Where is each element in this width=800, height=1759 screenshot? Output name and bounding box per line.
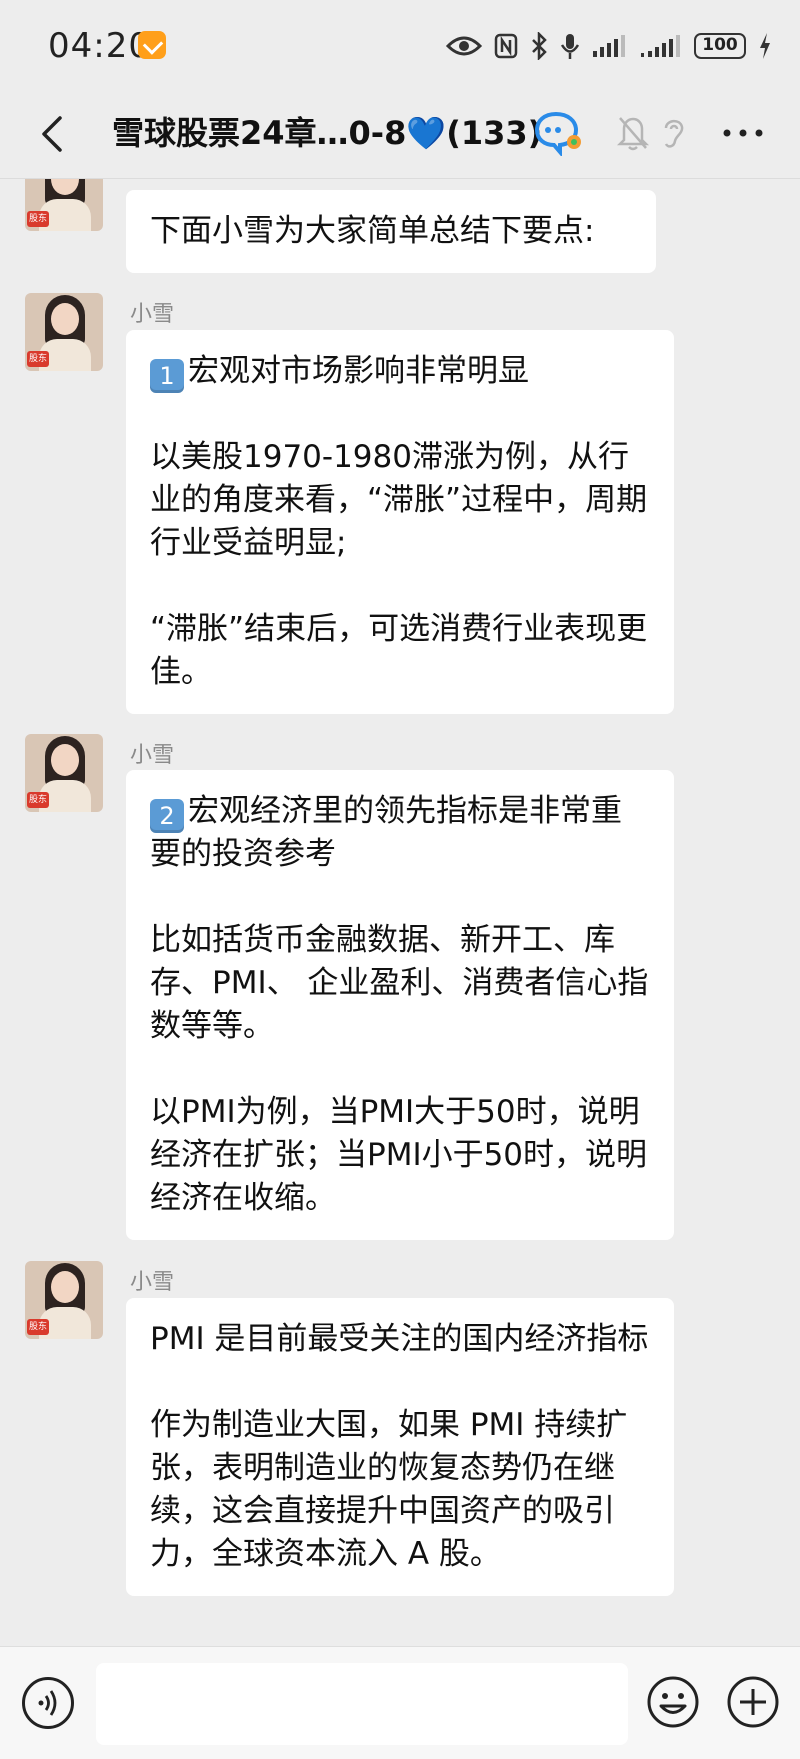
app-notification-icon xyxy=(138,31,166,59)
group-ai-icon[interactable] xyxy=(534,110,584,156)
avatar-tag: 股东 xyxy=(27,1319,49,1335)
mute-bell-icon[interactable] xyxy=(616,114,650,152)
emoji-icon[interactable] xyxy=(646,1675,700,1729)
status-icons: 100 xyxy=(446,28,772,64)
voice-icon xyxy=(38,1690,57,1716)
status-bar: 04:20 100 xyxy=(0,0,800,92)
status-time: 04:20 xyxy=(48,26,151,66)
message-text: PMI 是目前最受关注的国内经济指标 xyxy=(150,1321,649,1357)
message-text: 以美股1970-1980滞涨为例，从行业的角度来看，“滞胀”过程中，周期行业受益… xyxy=(150,439,648,561)
input-bar xyxy=(0,1646,800,1759)
charging-icon xyxy=(760,33,770,59)
more-icon[interactable] xyxy=(722,128,764,138)
message-text: 以PMI为例，当PMI大于50时，说明经济在扩张；当PMI小于50时，说明经济在… xyxy=(150,1094,648,1216)
nfc-icon xyxy=(494,33,518,59)
message-bubble[interactable]: 下面小雪为大家简单总结下要点: xyxy=(126,190,656,273)
avatar[interactable]: 股东 xyxy=(25,734,103,812)
bluetooth-icon xyxy=(532,32,547,60)
sender-name: 小雪 xyxy=(130,1270,175,1295)
chat-header: 雪球股票24章…0-8💙(133) xyxy=(0,92,800,176)
message-lead: 宏观对市场影响非常明显 xyxy=(188,353,529,389)
sender-name: 小雪 xyxy=(130,302,175,327)
header-divider xyxy=(0,178,800,179)
message-input[interactable] xyxy=(96,1663,628,1745)
message-bubble[interactable]: 1 宏观对市场影响非常明显 以美股1970-1980滞涨为例，从行业的角度来看，“… xyxy=(126,330,674,714)
chat-title: 雪球股票24章…0-8💙(133) xyxy=(112,114,543,152)
battery-indicator: 100 xyxy=(694,33,746,59)
back-icon[interactable] xyxy=(30,110,78,158)
ear-icon[interactable] xyxy=(658,114,688,152)
eye-icon xyxy=(446,36,482,56)
message-lead: 宏观经济里的领先指标是非常重要的投资参考 xyxy=(150,793,622,872)
keycap-2-icon: 2 xyxy=(150,799,184,833)
avatar[interactable]: 股东 xyxy=(25,1261,103,1339)
signal-icon xyxy=(641,35,680,57)
sender-name: 小雪 xyxy=(130,743,175,768)
message-text: 作为制造业大国，如果 PMI 持续扩张，表明制造业的恢复态势仍在继续，这会直接提… xyxy=(150,1407,628,1572)
avatar-tag: 股东 xyxy=(27,792,49,808)
voice-button[interactable] xyxy=(22,1677,74,1729)
message-text: “滞胀”结束后，可选消费行业表现更佳。 xyxy=(150,611,648,690)
avatar[interactable]: 股东 xyxy=(25,293,103,371)
message-bubble[interactable]: PMI 是目前最受关注的国内经济指标 作为制造业大国，如果 PMI 持续扩张，表… xyxy=(126,1298,674,1596)
keycap-1-icon: 1 xyxy=(150,359,184,393)
message-text: 比如括货币金融数据、新开工、库存、PMI、 企业盈利、消费者信心指数等等。 xyxy=(150,922,649,1044)
avatar-tag: 股东 xyxy=(27,351,49,367)
signal-icon xyxy=(593,35,625,57)
avatar-tag: 股东 xyxy=(27,211,49,227)
message-text: 下面小雪为大家简单总结下要点: xyxy=(150,213,595,249)
mic-icon xyxy=(560,34,580,59)
message-bubble[interactable]: 2 宏观经济里的领先指标是非常重要的投资参考 比如括货币金融数据、新开工、库存、P… xyxy=(126,770,674,1240)
plus-icon[interactable] xyxy=(726,1675,780,1729)
